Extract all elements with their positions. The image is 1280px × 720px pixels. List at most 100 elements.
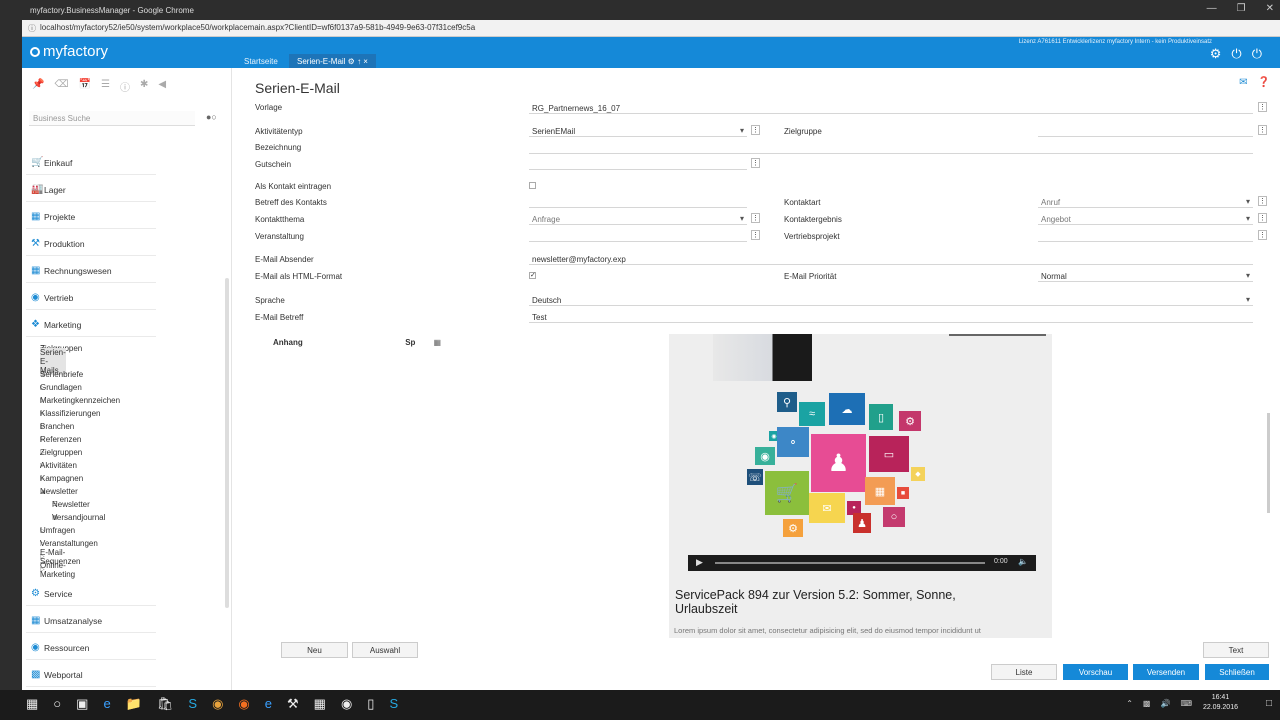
video-progress[interactable] <box>715 562 985 564</box>
eraser-icon[interactable]: ⌫ <box>54 79 68 94</box>
vorlage-info-button[interactable]: ⋮ <box>1258 102 1267 112</box>
help-icon[interactable]: ❓ <box>1258 77 1270 88</box>
aktivitaetentyp-info-button[interactable]: ⋮ <box>751 125 760 135</box>
vertriebsprojekt-info-button[interactable]: ⋮ <box>1258 230 1267 240</box>
sidebar-item-umsatzanalyse[interactable]: ▦ Umsatzanalyse <box>26 609 156 633</box>
tab-serien-email[interactable]: Serien-E-Mail ⚙ ↑ × <box>289 54 376 68</box>
sprache-select[interactable]: Deutsch <box>529 294 1253 306</box>
logout-icon[interactable]: ⏻ <box>1252 46 1262 62</box>
gutschein-info-button[interactable]: ⋮ <box>751 158 760 168</box>
kontaktthema-select[interactable]: Anfrage <box>529 213 747 225</box>
sidebar-item-rechnungswesen[interactable]: ▦ Rechnungswesen <box>26 259 156 283</box>
sidebar-sub-zielgruppen-2[interactable]: ▷ Zielgruppen <box>40 448 82 457</box>
sidebar-item-marketing[interactable]: ❖ Marketing <box>26 313 156 337</box>
windows-start-icon[interactable]: ▦ <box>26 696 38 712</box>
business-search-input[interactable]: Business Suche <box>29 111 195 126</box>
pin-icon[interactable]: 📌 <box>32 79 44 94</box>
kontaktthema-info-button[interactable]: ⋮ <box>751 213 760 223</box>
betreff-kontakt-field[interactable] <box>529 196 747 208</box>
close-icon[interactable]: ✕ <box>1266 3 1274 14</box>
keyboard-tray-icon[interactable]: ⌨ <box>1180 699 1192 708</box>
liste-button[interactable]: Liste <box>991 664 1057 680</box>
absender-field[interactable]: newsletter@myfactory.exp <box>529 253 1253 265</box>
minimize-icon[interactable]: — <box>1207 3 1217 14</box>
volume-tray-icon[interactable]: 🔊 <box>1160 699 1170 708</box>
app3-icon[interactable]: ▯ <box>367 696 374 712</box>
sidebar-sub-kampagnen[interactable]: ▷ Kampagnen <box>40 474 83 483</box>
store-icon[interactable]: 🛍 <box>157 696 174 712</box>
gutschein-field[interactable] <box>529 158 747 170</box>
clock[interactable]: 16:41 22.09.2016 <box>1203 693 1238 713</box>
sidebar-item-webportal[interactable]: ▩ Webportal <box>26 663 156 687</box>
app2-icon[interactable]: ◉ <box>341 696 352 712</box>
sidebar-item-lager[interactable]: 🏭 Lager <box>26 178 156 202</box>
anhang-column[interactable]: Anhang <box>273 338 303 352</box>
sidebar-sub-grundlagen[interactable]: ▷ Grundlagen <box>40 383 82 392</box>
sidebar-scrollbar[interactable] <box>225 278 229 608</box>
skype-icon[interactable]: S <box>188 696 197 712</box>
attachment-add-icon[interactable]: ▦ <box>433 338 441 352</box>
kontaktergebnis-info-button[interactable]: ⋮ <box>1258 213 1267 223</box>
notification-icon[interactable]: □ <box>1266 698 1272 709</box>
sidebar-item-projekte[interactable]: ▦ Projekte <box>26 205 156 229</box>
sidebar-sub-newsletter-list[interactable]: ☰ Newsletter <box>52 500 90 509</box>
chrome-icon[interactable]: ◉ <box>212 696 223 712</box>
auswahl-button[interactable]: Auswahl <box>352 642 418 658</box>
star-icon[interactable]: ✱ <box>140 79 148 94</box>
url-text[interactable]: localhost/myfactory52/ie50/system/workpl… <box>40 23 475 32</box>
power-icon[interactable]: ⏻ <box>1231 46 1241 62</box>
main-scrollbar[interactable] <box>1267 413 1270 513</box>
search-options-icon[interactable]: ●○ <box>206 112 217 122</box>
mail-icon[interactable]: ✉ <box>1239 77 1247 88</box>
skype-business-icon[interactable]: S <box>389 696 398 712</box>
sidebar-sub-veranstaltungen[interactable]: ▷ Veranstaltungen <box>40 539 98 548</box>
sidebar-sub-referenzen[interactable]: ▷ Referenzen <box>40 435 81 444</box>
sidebar-sub-serien-emails[interactable]: ☰Serien-E-Mails <box>40 348 66 375</box>
sidebar-sub-klassifizierungen[interactable]: ▷ Klassifizierungen <box>40 409 100 418</box>
task-view-icon[interactable]: ▣ <box>76 696 88 712</box>
edge-icon[interactable]: e <box>103 696 110 712</box>
sidebar-sub-versandjournal[interactable]: ▦ Versandjournal <box>52 513 105 522</box>
sidebar-sub-serienbriefe[interactable]: ☰ Serienbriefe <box>40 370 83 379</box>
versenden-button[interactable]: Versenden <box>1133 664 1199 680</box>
sidebar-item-ressourcen[interactable]: ◉ Ressourcen <box>26 636 156 660</box>
vertriebsprojekt-field[interactable] <box>1038 230 1253 242</box>
sidebar-sub-email-sequenzen[interactable]: ▷ E-Mail-Sequenzen <box>40 548 80 566</box>
text-button[interactable]: Text <box>1203 642 1269 658</box>
sidebar-sub-online-marketing[interactable]: ▷ Online-Marketing <box>40 561 75 579</box>
sidebar-item-produktion[interactable]: ⚒ Produktion <box>26 232 156 256</box>
restore-icon[interactable]: ❐ <box>1237 3 1246 14</box>
vorschau-button[interactable]: Vorschau <box>1063 664 1128 680</box>
zielgruppe-info-button[interactable]: ⋮ <box>1258 125 1267 135</box>
kontaktart-select[interactable]: Anruf <box>1038 196 1253 208</box>
search-circle-icon[interactable]: ○ <box>53 696 61 712</box>
info-icon[interactable]: ⓘ <box>120 79 130 94</box>
bezeichnung-field[interactable] <box>529 142 1253 154</box>
sidebar-sub-marketingkennzeichen[interactable]: ▷ Marketingkennzeichen <box>40 396 120 405</box>
ie-icon[interactable]: e <box>265 696 272 712</box>
network-icon[interactable]: ▩ <box>1143 699 1151 708</box>
explorer-icon[interactable]: 📁 <box>126 696 142 712</box>
veranstaltung-field[interactable] <box>529 230 747 242</box>
play-icon[interactable]: ▶ <box>696 557 703 568</box>
tray-chevron-icon[interactable]: ⌃ <box>1126 699 1133 708</box>
calendar-icon[interactable]: 📅 <box>79 79 91 94</box>
settings-icon[interactable]: ⚙ <box>1210 46 1222 62</box>
sidebar-sub-newsletter[interactable]: ◢ Newsletter <box>40 487 78 496</box>
sidebar-sub-aktivitaeten[interactable]: ▷ Aktivitäten <box>40 461 77 470</box>
als-kontakt-checkbox[interactable] <box>529 182 536 189</box>
sidebar-item-einkauf[interactable]: 🛒 Einkauf <box>26 151 156 175</box>
prioritaet-select[interactable]: Normal <box>1038 270 1253 282</box>
logo[interactable]: myfactory <box>30 43 108 60</box>
veranstaltung-info-button[interactable]: ⋮ <box>751 230 760 240</box>
sidebar-item-service[interactable]: ⚙ Service <box>26 582 156 606</box>
sidebar-sub-umfragen[interactable]: ▷ Umfragen <box>40 526 75 535</box>
vorlage-field[interactable]: RG_Partnernews_16_07 <box>529 102 1253 114</box>
zielgruppe-field[interactable] <box>1038 125 1253 137</box>
firefox-icon[interactable]: ◉ <box>238 696 249 712</box>
betreff-field[interactable]: Test <box>529 311 1253 323</box>
sp-column[interactable]: Sp <box>405 338 415 352</box>
schliessen-button[interactable]: Schließen <box>1205 664 1269 680</box>
volume-icon[interactable]: 🔈 <box>1018 557 1028 566</box>
neu-button[interactable]: Neu <box>281 642 348 658</box>
